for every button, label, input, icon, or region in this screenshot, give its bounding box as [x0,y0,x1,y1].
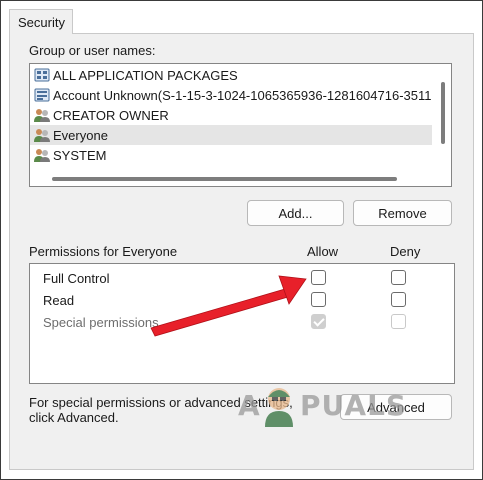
red-arrow-annotation [150,275,307,337]
permission-special-label: Special permissions [43,315,159,330]
users-group-icon [34,109,50,122]
user-name: ALL APPLICATION PACKAGES [53,67,238,83]
user-list[interactable]: ALL APPLICATION PACKAGES Account Unknown… [29,63,452,187]
remove-button[interactable]: Remove [353,200,452,226]
watermark-text-right: PUALS [300,389,408,422]
add-button[interactable]: Add... [247,200,344,226]
permission-full-control-label: Full Control [43,271,110,286]
tab-security[interactable]: Security [9,9,73,34]
appuals-watermark: A PUALS [238,383,438,429]
list-item-everyone[interactable]: Everyone [30,125,432,145]
user-name: Everyone [53,127,108,143]
users-group-icon [34,129,50,142]
special-deny-checkbox [391,314,406,329]
watermark-text-left: A [238,389,261,422]
vertical-scrollbar-thumb[interactable] [441,82,445,144]
unknown-account-icon [34,88,50,102]
horizontal-scrollbar-thumb[interactable] [52,177,397,181]
user-name: CREATOR OWNER [53,107,169,123]
permission-read-label: Read [43,293,75,308]
list-item-system[interactable]: SYSTEM [30,145,432,165]
list-item-creator-owner[interactable]: CREATOR OWNER [30,105,432,125]
horizontal-scrollbar[interactable] [30,170,451,186]
deny-column-label: Deny [390,244,421,259]
vertical-scrollbar[interactable] [435,64,451,170]
list-item-account-unknown[interactable]: Account Unknown(S-1-15-3-1024-1065365936… [30,85,432,105]
allow-column-label: Allow [307,244,339,259]
user-name: SYSTEM [53,147,107,163]
list-item-all-application-packages[interactable]: ALL APPLICATION PACKAGES [30,65,432,85]
special-allow-checkbox [311,314,326,329]
mascot-icon [265,388,293,427]
advanced-note-line2: click Advanced. [29,410,119,425]
user-name: Account Unknown(S-1-15-3-1024-1065365936… [53,87,432,103]
read-deny-checkbox[interactable] [391,292,406,307]
full-control-deny-checkbox[interactable] [391,270,406,285]
tab-security-label: Security [18,15,65,30]
full-control-allow-checkbox[interactable] [311,270,326,285]
group-names-label: Group or user names: [29,43,156,58]
read-allow-checkbox[interactable] [311,292,326,307]
app-packages-icon [34,68,50,82]
permissions-header: Permissions for Everyone [29,244,178,259]
users-group-icon [34,149,50,162]
